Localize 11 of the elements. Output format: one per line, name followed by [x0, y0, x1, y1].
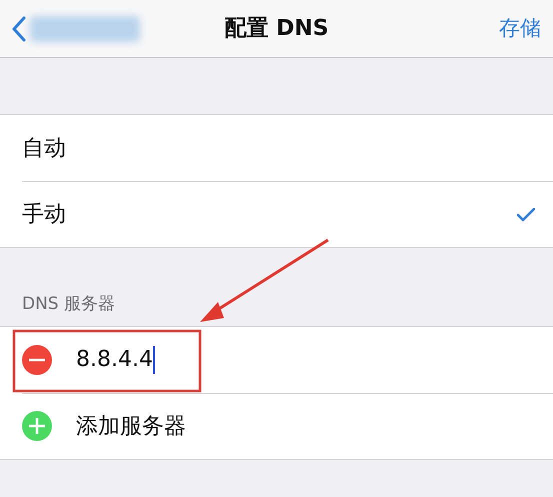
add-server-link[interactable]: 添加服务器: [76, 410, 186, 442]
screen-title: 配置 DNS: [224, 16, 329, 41]
back-icon[interactable]: [12, 16, 26, 42]
mode-row[interactable]: 手动: [22, 181, 553, 247]
dns-server-field[interactable]: 8.8.4.4: [76, 343, 153, 376]
save-button[interactable]: 存储: [499, 12, 541, 44]
mode-row[interactable]: 自动: [0, 115, 553, 181]
mode-option[interactable]: 手动: [22, 198, 66, 231]
mode-option[interactable]: 自动: [22, 132, 66, 164]
remove-icon[interactable]: [22, 344, 52, 374]
section-header: DNS 服务器: [22, 294, 116, 314]
